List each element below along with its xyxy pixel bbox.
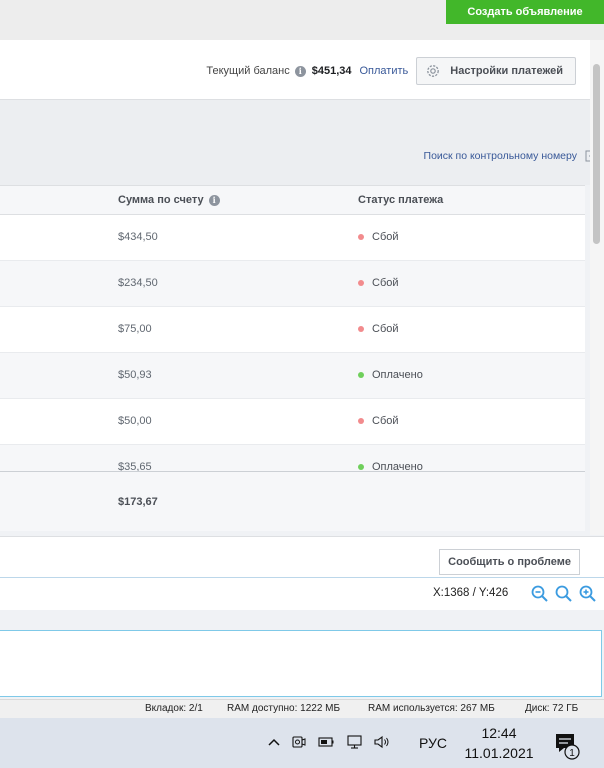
chevron-up-icon[interactable] bbox=[266, 734, 282, 750]
table-row[interactable]: $35,65 Оплачено bbox=[0, 445, 585, 471]
row-status: Оплачено bbox=[358, 461, 423, 471]
clock[interactable]: 12:44 11.01.2021 bbox=[464, 723, 534, 763]
search-by-reference-link[interactable]: Поиск по контрольному номеру bbox=[424, 150, 596, 162]
row-amount: $234,50 bbox=[118, 277, 158, 289]
row-status: Оплачено bbox=[358, 369, 423, 381]
row-status: Сбой bbox=[358, 323, 399, 335]
search-link-label: Поиск по контрольному номеру bbox=[423, 150, 577, 162]
status-dot bbox=[358, 372, 364, 378]
filter-area bbox=[0, 100, 590, 185]
row-amount: $75,00 bbox=[118, 323, 152, 335]
balance-bar: Текущий баланс i $451,34 Оплатить Настро… bbox=[0, 40, 590, 100]
pay-link[interactable]: Оплатить bbox=[360, 65, 409, 77]
row-status: Сбой bbox=[358, 277, 399, 289]
zoom-reset-icon[interactable] bbox=[554, 584, 574, 604]
ram-available: RAM доступно: 1222 МБ bbox=[227, 703, 341, 714]
disk-space: Диск: 72 ГБ bbox=[525, 703, 579, 714]
info-icon[interactable]: i bbox=[208, 194, 220, 206]
system-tray bbox=[266, 733, 400, 751]
table-row[interactable]: $75,00 Сбой bbox=[0, 307, 585, 353]
status-dot bbox=[358, 326, 364, 332]
row-status: Сбой bbox=[358, 231, 399, 243]
table-row[interactable]: $434,50 Сбой bbox=[0, 215, 585, 261]
notification-count: 1 bbox=[569, 748, 575, 759]
language-indicator[interactable]: РУС bbox=[419, 735, 447, 751]
column-header-status[interactable]: Статус платежа bbox=[358, 194, 443, 206]
webcam-icon[interactable] bbox=[290, 733, 308, 751]
report-problem-button[interactable]: Сообщить о проблеме bbox=[439, 549, 580, 575]
tabs-count: Вкладок: 2/1 bbox=[145, 703, 203, 714]
table-rows: $434,50 Сбой $234,50 Сбой $75,00 Сбой $5… bbox=[0, 215, 585, 471]
row-amount: $50,93 bbox=[118, 369, 152, 381]
gear-icon bbox=[427, 65, 440, 77]
total-amount: $173,67 bbox=[118, 496, 158, 508]
zoom-controls bbox=[530, 584, 602, 604]
notification-icon: 1 bbox=[556, 734, 580, 760]
column-header-amount[interactable]: Сумма по счету i bbox=[118, 194, 220, 206]
status-dot bbox=[358, 280, 364, 286]
status-dot bbox=[358, 234, 364, 240]
status-bar: Вкладок: 2/1 RAM доступно: 1222 МБ RAM и… bbox=[0, 699, 604, 718]
row-status: Сбой bbox=[358, 415, 399, 427]
ram-used: RAM используется: 267 МБ bbox=[368, 703, 495, 714]
page-scrollbar[interactable] bbox=[590, 40, 604, 535]
balance-label: Текущий баланс bbox=[206, 65, 290, 77]
info-icon[interactable]: i bbox=[294, 65, 306, 77]
coordinate-readout: X:1368 / Y:426 bbox=[433, 587, 509, 599]
clock-date: 11.01.2021 bbox=[464, 745, 534, 761]
balance-amount: $451,34 bbox=[311, 65, 352, 77]
coordinate-bar: X:1368 / Y:426 bbox=[0, 577, 604, 610]
table-row[interactable]: $50,93 Оплачено bbox=[0, 353, 585, 399]
taskbar: РУС 12:44 11.01.2021 1 bbox=[0, 718, 604, 768]
payment-settings-button[interactable]: Настройки платежей bbox=[416, 57, 576, 85]
zoom-out-icon[interactable] bbox=[530, 584, 550, 604]
battery-icon[interactable] bbox=[316, 733, 336, 751]
scrollbar-thumb[interactable] bbox=[593, 64, 600, 244]
footer-bar: Сообщить о проблеме bbox=[0, 536, 604, 577]
transactions-table: Сумма по счету i Статус платежа $434,50 … bbox=[0, 185, 585, 531]
table-row[interactable]: $50,00 Сбой bbox=[0, 399, 585, 445]
total-row: $173,67 bbox=[0, 471, 585, 531]
volume-icon[interactable] bbox=[372, 733, 392, 751]
text-input-area[interactable] bbox=[0, 630, 602, 697]
notification-center[interactable]: 1 bbox=[553, 731, 583, 766]
status-dot bbox=[358, 418, 364, 424]
table-row[interactable]: $234,50 Сбой bbox=[0, 261, 585, 307]
payment-settings-label: Настройки платежей bbox=[450, 65, 563, 77]
row-amount: $434,50 bbox=[118, 231, 158, 243]
create-ad-button[interactable]: Создать объявление bbox=[446, 0, 604, 24]
status-dot bbox=[358, 464, 364, 470]
row-amount: $50,00 bbox=[118, 415, 152, 427]
top-strip: Создать объявление bbox=[0, 0, 604, 40]
network-icon[interactable] bbox=[344, 733, 364, 751]
clock-time: 12:44 bbox=[481, 725, 517, 741]
row-amount: $35,65 bbox=[118, 461, 152, 471]
table-header: Сумма по счету i Статус платежа bbox=[0, 186, 585, 215]
zoom-in-icon[interactable] bbox=[578, 584, 598, 604]
balance-group: Текущий баланс i $451,34 Оплатить Настро… bbox=[206, 57, 576, 85]
